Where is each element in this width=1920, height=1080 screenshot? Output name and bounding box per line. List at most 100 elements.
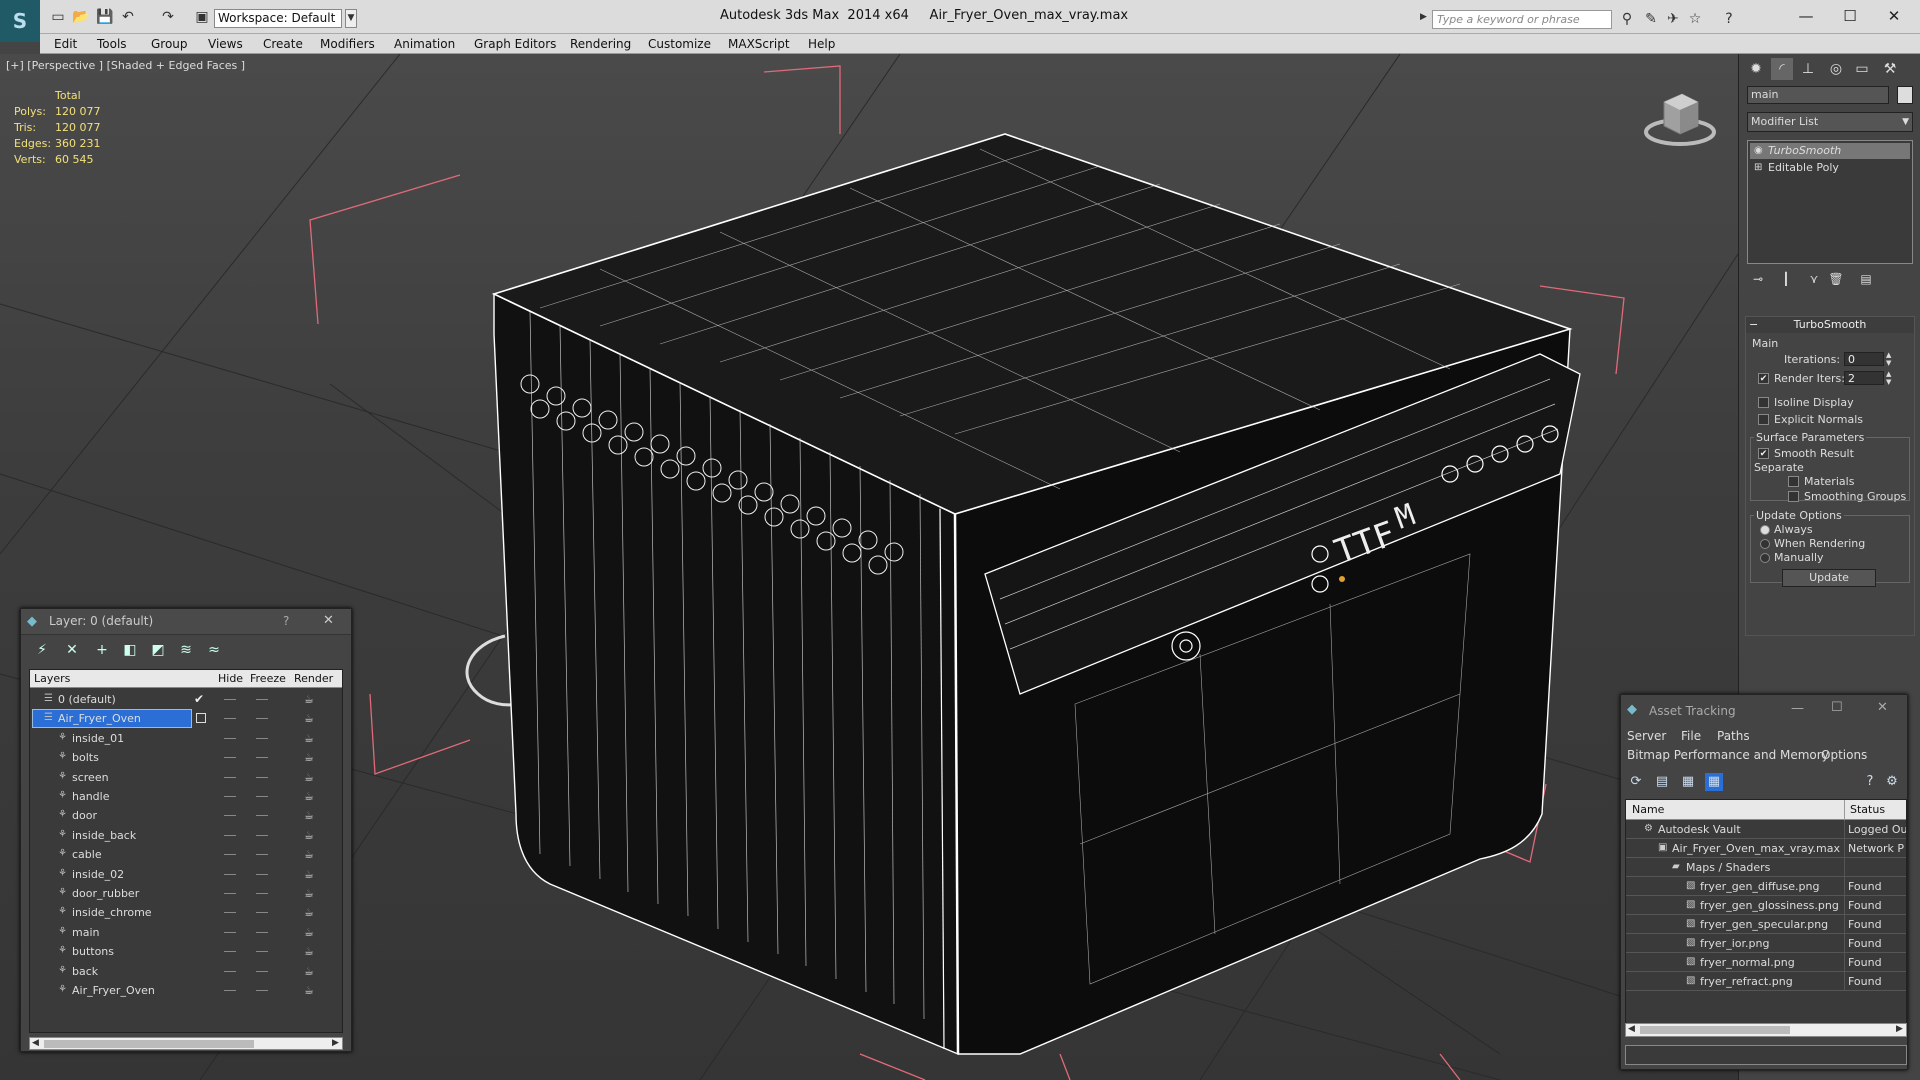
object-color-swatch[interactable] xyxy=(1897,86,1913,104)
workspace-dropdown-icon[interactable]: ▼ xyxy=(345,9,357,28)
hide-toggle[interactable] xyxy=(224,990,236,991)
render-teapot-icon[interactable]: ☕ xyxy=(304,693,314,706)
render-teapot-icon[interactable]: ☕ xyxy=(304,887,314,900)
highlight-layer-icon[interactable]: ◩ xyxy=(149,641,167,659)
menu-group[interactable]: Group xyxy=(151,34,188,54)
open-file-icon[interactable]: 📂 xyxy=(72,9,89,25)
select-in-layer-icon[interactable]: ◧ xyxy=(121,641,139,659)
hide-toggle[interactable] xyxy=(224,912,236,914)
list-view-icon[interactable]: ▤ xyxy=(1653,773,1671,791)
layer-row[interactable]: ⚘ main ☕ xyxy=(30,923,342,942)
scroll-thumb[interactable] xyxy=(1640,1026,1790,1034)
asset-row[interactable]: ▧ fryer_gen_diffuse.png Found xyxy=(1626,877,1906,896)
modifier-list-dropdown[interactable]: Modifier List ▼ xyxy=(1747,112,1913,132)
freeze-all-layers-icon[interactable]: ≈ xyxy=(205,641,223,659)
layer-row[interactable]: ⚘ screen ☕ xyxy=(30,768,342,787)
configure-sets-icon[interactable]: ▤ xyxy=(1857,270,1875,288)
render-teapot-icon[interactable]: ☕ xyxy=(304,848,314,861)
menu-tools[interactable]: Tools xyxy=(97,34,127,54)
menu-views[interactable]: Views xyxy=(208,34,243,54)
asset-row[interactable]: ▧ fryer_normal.png Found xyxy=(1626,953,1906,972)
menu-rendering[interactable]: Rendering xyxy=(570,34,631,54)
freeze-toggle[interactable] xyxy=(256,796,268,797)
modify-tab-icon[interactable]: ◜ xyxy=(1771,58,1793,80)
menu-graph-editors[interactable]: Graph Editors xyxy=(474,34,556,54)
layer-row[interactable]: ⚘ inside_01 ☕ xyxy=(30,729,342,748)
new-file-icon[interactable]: ▭ xyxy=(50,9,66,25)
hide-all-layers-icon[interactable]: ≋ xyxy=(177,641,195,659)
layer-row[interactable]: ⚘ back ☕ xyxy=(30,962,342,981)
subscription-icon[interactable]: ✎ xyxy=(1642,10,1660,28)
col-freeze[interactable]: Freeze xyxy=(250,672,286,685)
layer-row[interactable]: ⚘ door ☕ xyxy=(30,806,342,825)
make-unique-icon[interactable]: ⋎ xyxy=(1805,270,1823,288)
redo-icon[interactable]: ↷ xyxy=(160,9,176,25)
freeze-toggle[interactable] xyxy=(256,931,268,933)
display-tab-icon[interactable]: ▭ xyxy=(1851,58,1873,80)
render-teapot-icon[interactable]: ☕ xyxy=(304,984,314,997)
render-teapot-icon[interactable]: ☕ xyxy=(304,809,314,822)
asset-help-icon[interactable]: ? xyxy=(1861,773,1879,791)
workspace-select[interactable]: Workspace: Default xyxy=(214,9,342,28)
hide-toggle[interactable] xyxy=(224,951,236,953)
active-layer-check-icon[interactable]: ✔ xyxy=(194,692,204,706)
search-expand-icon[interactable]: ▶ xyxy=(1420,12,1427,22)
always-radio[interactable] xyxy=(1760,525,1770,535)
layer-row[interactable]: ⚘ handle ☕ xyxy=(30,787,342,806)
render-teapot-icon[interactable]: ☕ xyxy=(304,771,314,784)
menu-animation[interactable]: Animation xyxy=(394,34,455,54)
col-hide[interactable]: Hide xyxy=(218,672,243,685)
render-teapot-icon[interactable]: ☕ xyxy=(304,965,314,978)
hide-toggle[interactable] xyxy=(224,776,236,778)
add-to-layer-icon[interactable]: + xyxy=(93,641,111,659)
col-status[interactable]: Status xyxy=(1850,803,1885,816)
asset-horizontal-scrollbar[interactable]: ◀ ▶ xyxy=(1625,1023,1907,1037)
freeze-toggle[interactable] xyxy=(256,699,268,700)
binoculars-icon[interactable]: ⚲ xyxy=(1618,10,1636,28)
asset-minimize-icon[interactable]: — xyxy=(1791,701,1804,716)
layer-horizontal-scrollbar[interactable]: ◀ ▶ xyxy=(29,1037,343,1050)
freeze-toggle[interactable] xyxy=(256,718,268,720)
hide-toggle[interactable] xyxy=(224,931,236,933)
render-teapot-icon[interactable]: ☕ xyxy=(304,790,314,803)
asset-settings-icon[interactable]: ⚙ xyxy=(1883,773,1901,791)
layer-row[interactable]: ⚘ inside_chrome ☕ xyxy=(30,903,342,922)
render-iters-spinner[interactable]: 2 xyxy=(1844,371,1884,385)
hide-toggle[interactable] xyxy=(224,737,236,739)
current-layer-toggle[interactable] xyxy=(196,713,206,724)
render-teapot-icon[interactable]: ☕ xyxy=(304,712,314,725)
render-iters-checkbox[interactable]: ✔ xyxy=(1758,373,1769,384)
grid-view-icon[interactable]: ▦ xyxy=(1705,773,1723,791)
freeze-toggle[interactable] xyxy=(256,854,268,856)
freeze-toggle[interactable] xyxy=(256,893,268,894)
maximize-icon[interactable]: ☐ xyxy=(1828,4,1872,28)
freeze-toggle[interactable] xyxy=(256,776,268,778)
layer-row[interactable]: ⚘ Air_Fryer_Oven ☕ xyxy=(30,981,342,1000)
smoothing-groups-checkbox[interactable] xyxy=(1788,491,1799,502)
menu-edit[interactable]: Edit xyxy=(54,34,77,54)
freeze-toggle[interactable] xyxy=(256,815,268,817)
create-tab-icon[interactable]: ✹ xyxy=(1745,58,1767,80)
smooth-result-checkbox[interactable]: ✔ xyxy=(1758,448,1769,459)
asset-row[interactable]: ▧ fryer_gen_specular.png Found xyxy=(1626,915,1906,934)
layer-row[interactable]: ☰ Air_Fryer_Oven ☕ xyxy=(30,709,342,729)
freeze-toggle[interactable] xyxy=(256,970,268,972)
utilities-tab-icon[interactable]: ⚒ xyxy=(1879,58,1901,80)
freeze-toggle[interactable] xyxy=(256,990,268,991)
manually-radio[interactable] xyxy=(1760,553,1770,563)
materials-checkbox[interactable] xyxy=(1788,476,1799,487)
asset-menu-file[interactable]: File xyxy=(1681,729,1701,743)
favorites-star-icon[interactable]: ☆ xyxy=(1686,10,1704,28)
app-menu-button[interactable]: S xyxy=(0,0,40,42)
viewport-label[interactable]: [+] [Perspective ] [Shaded + Edged Faces… xyxy=(6,59,245,72)
delete-layer-icon[interactable]: ✕ xyxy=(63,641,81,659)
object-name-field[interactable]: main xyxy=(1747,86,1889,104)
asset-close-icon[interactable]: ✕ xyxy=(1877,700,1888,715)
turbosmooth-rollout-header[interactable]: − TurboSmooth xyxy=(1746,317,1914,333)
render-teapot-icon[interactable]: ☕ xyxy=(304,926,314,939)
stack-item-turbosmooth[interactable]: ◉ TurboSmooth xyxy=(1750,143,1910,159)
hierarchy-tab-icon[interactable]: ⊥ xyxy=(1797,58,1819,80)
asset-row[interactable]: ▣ Air_Fryer_Oven_max_vray.max Network P xyxy=(1626,839,1906,858)
layer-row[interactable]: ⚘ door_rubber ☕ xyxy=(30,884,342,903)
viewcube-icon[interactable] xyxy=(1640,84,1720,154)
